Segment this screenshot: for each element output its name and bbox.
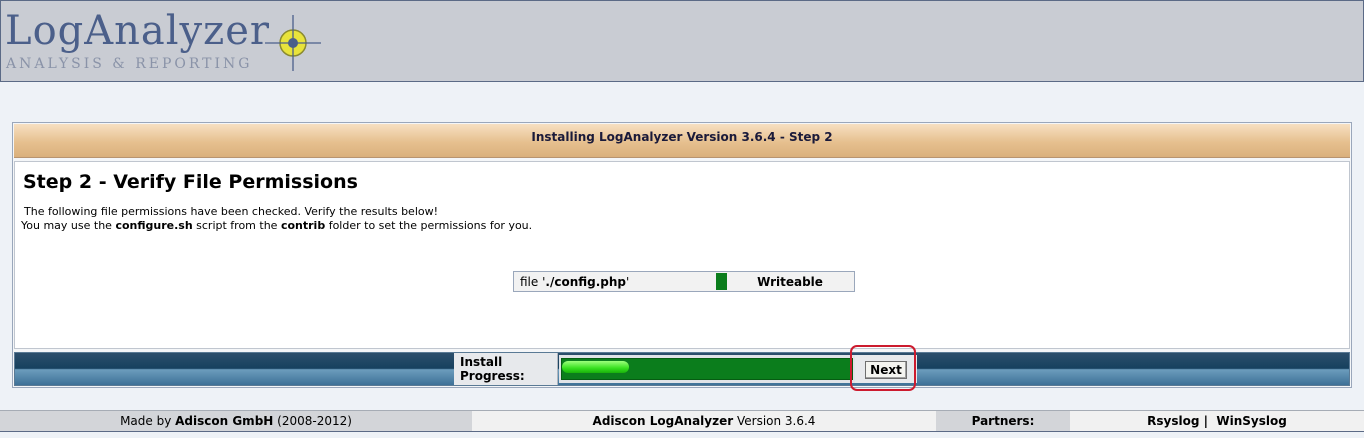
script-name: configure.sh: [115, 219, 193, 232]
desc-text: You may use the: [21, 219, 116, 232]
crosshair-target-icon: [265, 15, 321, 71]
header: LogAnalyzer ANALYSIS & REPORTING: [0, 0, 1364, 82]
file-suffix: ': [626, 275, 630, 289]
link-separator: |: [1203, 414, 1209, 428]
folder-name: contrib: [280, 219, 326, 232]
company-link[interactable]: Adiscon GmbH: [175, 414, 273, 428]
made-by-prefix: Made by: [120, 414, 176, 428]
product-version: Version 3.6.4: [733, 414, 816, 428]
permission-file: file './config.php': [520, 275, 629, 289]
partner-link-winsyslog[interactable]: WinSyslog: [1216, 414, 1286, 428]
permission-row: file './config.php' Writeable: [513, 271, 855, 292]
file-path: ./config.php: [545, 275, 626, 289]
footer-partners-label: Partners:: [971, 414, 1035, 428]
file-prefix: file ': [520, 275, 546, 289]
install-progress-bar: Install Progress: Next: [14, 352, 1350, 386]
footer: Made by Adiscon GmbH (2008-2012) Adiscon…: [0, 410, 1364, 432]
progress-track: [559, 355, 855, 383]
permission-status-indicator: [716, 273, 727, 290]
permission-status: Writeable: [757, 275, 823, 289]
step-content: Step 2 - Verify File Permissions The fol…: [14, 161, 1350, 349]
logo: LogAnalyzer ANALYSIS & REPORTING: [5, 5, 335, 77]
progress-background: [561, 358, 853, 380]
partner-link-rsyslog[interactable]: Rsyslog: [1147, 414, 1199, 428]
description-line-1: The following file permissions have been…: [24, 205, 439, 218]
step-heading: Step 2 - Verify File Permissions: [23, 171, 358, 193]
made-by-years: (2008-2012): [273, 414, 352, 428]
next-button[interactable]: Next: [865, 361, 907, 379]
next-button-area: Next: [855, 355, 917, 383]
logo-title: LogAnalyzer: [5, 8, 271, 54]
footer-product: Adiscon LogAnalyzer Version 3.6.4: [472, 411, 936, 431]
progress-label: Install Progress:: [454, 353, 558, 385]
description-line-2: You may use the configure.sh script from…: [21, 219, 532, 233]
desc-text: script from the: [192, 219, 281, 232]
logo-subtitle: ANALYSIS & REPORTING: [6, 56, 253, 72]
panel-title: Installing LogAnalyzer Version 3.6.4 - S…: [14, 124, 1350, 158]
progress-fill: [562, 361, 629, 373]
desc-text: folder to set the permissions for you.: [325, 219, 533, 232]
product-link[interactable]: Adiscon LogAnalyzer: [593, 414, 734, 428]
footer-partner-links: Rsyslog | WinSyslog: [1070, 411, 1364, 431]
install-panel: Installing LogAnalyzer Version 3.6.4 - S…: [12, 122, 1352, 388]
footer-made-by: Made by Adiscon GmbH (2008-2012): [0, 411, 472, 431]
